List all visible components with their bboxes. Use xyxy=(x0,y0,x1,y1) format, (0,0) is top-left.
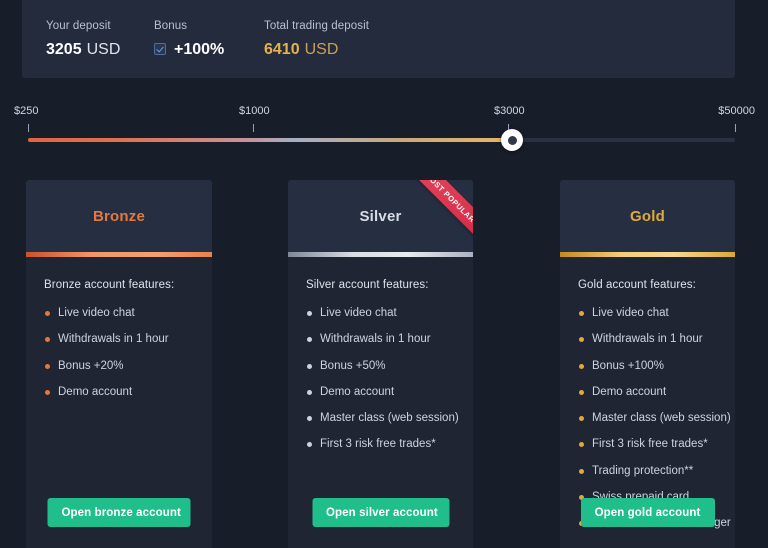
plan-cards-container: Bronze Bronze account features: Live video… xyxy=(0,180,768,548)
bonus-label: Bonus xyxy=(154,20,188,32)
slider-track[interactable] xyxy=(28,138,735,142)
plan-card-silver: Silver MOST POPULAR Silver account feature… xyxy=(288,180,473,548)
feature-item: Bonus +20% xyxy=(44,360,194,374)
plan-card-gold: Gold Gold account features: Live video cha… xyxy=(560,180,735,548)
features-title-silver: Silver account features: xyxy=(306,279,429,291)
most-popular-ribbon-label: MOST POPULAR xyxy=(423,180,473,225)
slider-tick-mark xyxy=(28,124,29,132)
feature-item: Bonus +100% xyxy=(578,360,717,374)
feature-item: Live video chat xyxy=(44,307,194,321)
feature-list-silver: Live video chat Withdrawals in 1 hour Bonu… xyxy=(306,307,459,452)
slider-tick-label: $50000 xyxy=(718,105,755,117)
plan-card-header-gold: Gold xyxy=(560,180,735,252)
bonus-block: Bonus +100% xyxy=(154,20,264,59)
feature-item: Demo account xyxy=(578,386,717,400)
open-gold-account-button[interactable]: Open gold account xyxy=(580,498,715,527)
feature-item: Withdrawals in 1 hour xyxy=(306,333,455,347)
total-deposit-currency: USD xyxy=(304,41,339,58)
feature-item: Bonus +50% xyxy=(306,360,455,374)
plan-card-body-bronze: Bronze account features: Live video chat W… xyxy=(26,257,212,548)
deposit-amount-slider[interactable]: $250 $1000 $3000 $50000 xyxy=(0,100,768,160)
feature-item: Live video chat xyxy=(306,307,455,321)
plan-title-silver: Silver xyxy=(359,207,402,225)
slider-tick-mark xyxy=(253,124,254,132)
plan-card-bronze: Bronze Bronze account features: Live video… xyxy=(26,180,212,548)
your-deposit-currency: USD xyxy=(86,41,121,58)
feature-item: First 3 risk free trades* xyxy=(578,438,717,452)
feature-item: First 3 risk free trades* xyxy=(306,438,455,452)
plan-title-bronze: Bronze xyxy=(92,207,146,225)
total-trading-deposit-label: Total trading deposit xyxy=(264,20,370,32)
features-title-gold: Gold account features: xyxy=(578,279,696,291)
feature-item: Trading protection** xyxy=(578,465,717,479)
plan-card-header-bronze: Bronze xyxy=(26,180,212,252)
total-deposit-amount: 6410 xyxy=(264,41,300,58)
feature-item: Demo account xyxy=(306,386,455,400)
feature-item: Demo account xyxy=(44,386,194,400)
plan-card-body-silver: Silver account features: Live video chat W… xyxy=(288,257,473,548)
open-silver-account-button[interactable]: Open silver account xyxy=(312,498,449,527)
slider-tick-label: $1000 xyxy=(239,105,270,117)
your-deposit-amount: 3205 xyxy=(46,41,82,58)
your-deposit-block: Your deposit 3205 USD xyxy=(46,20,154,59)
feature-item: Master class (web session) xyxy=(578,412,731,426)
your-deposit-label: Your deposit xyxy=(46,20,111,32)
slider-handle[interactable] xyxy=(501,129,524,151)
slider-fill xyxy=(28,138,513,142)
bonus-checkbox-checked-icon[interactable] xyxy=(154,43,166,55)
bonus-value: +100% xyxy=(174,41,225,58)
feature-item: Withdrawals in 1 hour xyxy=(578,333,717,347)
slider-tick-label: $3000 xyxy=(494,105,525,117)
feature-item: Live video chat xyxy=(578,307,717,321)
plan-card-body-gold: Gold account features: Live video chat Wit… xyxy=(560,257,735,548)
total-trading-deposit-value: 6410 USD xyxy=(264,41,369,59)
open-bronze-account-button[interactable]: Open bronze account xyxy=(47,498,191,527)
plan-card-header-silver: Silver MOST POPULAR xyxy=(288,180,473,252)
total-trading-deposit-block: Total trading deposit 6410 USD xyxy=(264,20,369,59)
deposit-summary-panel: Your deposit 3205 USD Bonus +100% Total … xyxy=(22,0,735,78)
features-title-bronze: Bronze account features: xyxy=(44,279,175,291)
slider-tick-mark xyxy=(735,124,736,132)
feature-list-bronze: Live video chat Withdrawals in 1 hour Bonu… xyxy=(44,307,194,400)
most-popular-ribbon: MOST POPULAR xyxy=(400,180,473,248)
plan-title-gold: Gold xyxy=(630,207,665,225)
feature-item: Withdrawals in 1 hour xyxy=(44,333,194,347)
feature-item: Master class (web session) xyxy=(306,412,459,426)
slider-tick-label: $250 xyxy=(14,105,39,117)
your-deposit-value: 3205 USD xyxy=(46,41,154,59)
